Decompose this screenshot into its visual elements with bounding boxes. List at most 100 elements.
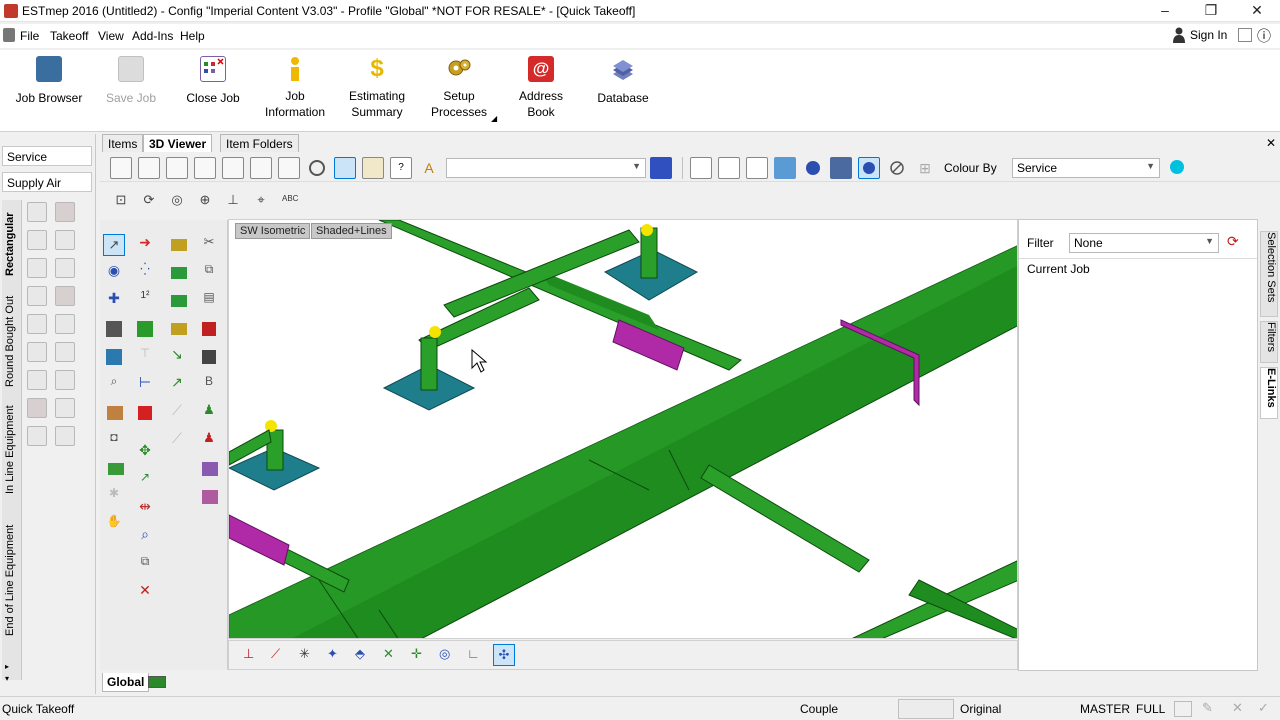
numbering-icon[interactable]: 1² bbox=[134, 290, 156, 312]
outline-icon[interactable] bbox=[746, 157, 768, 179]
fitting-tool[interactable] bbox=[27, 258, 47, 278]
colour-swatch-icon[interactable] bbox=[1170, 160, 1184, 174]
confirm-icon[interactable]: ✓ bbox=[1258, 700, 1269, 716]
fitting-yellow-icon[interactable] bbox=[171, 239, 187, 251]
report-icon[interactable]: ▤ bbox=[198, 290, 220, 312]
shaded-lines-icon[interactable] bbox=[830, 157, 852, 179]
view-side-icon[interactable] bbox=[166, 157, 188, 179]
fitting-tool[interactable] bbox=[55, 314, 75, 334]
rotate-icon[interactable]: ⟳ bbox=[138, 189, 160, 211]
screen-icon[interactable] bbox=[202, 350, 216, 364]
fitting-tool[interactable] bbox=[55, 426, 75, 446]
shaded-icon[interactable] bbox=[774, 157, 796, 179]
tab-in-line-equipment[interactable]: In Line Equipment bbox=[4, 400, 16, 500]
view-se-iso-icon[interactable] bbox=[222, 157, 244, 179]
add-tab-icon[interactable] bbox=[148, 676, 166, 688]
close-tab-icon[interactable]: ✕ bbox=[1266, 136, 1276, 150]
fitting-tool[interactable] bbox=[55, 342, 75, 362]
view-top-icon[interactable] bbox=[110, 157, 132, 179]
tab-item-folders[interactable]: Item Folders bbox=[220, 134, 299, 152]
info-icon[interactable]: ⓘ bbox=[1257, 26, 1271, 46]
sign-in-link[interactable]: Sign In bbox=[1190, 28, 1227, 42]
copy-icon[interactable]: ⧉ bbox=[134, 554, 156, 576]
label-icon[interactable]: B bbox=[198, 374, 220, 396]
save-job-button[interactable]: Save Job bbox=[91, 56, 171, 106]
fitting-tool[interactable] bbox=[27, 398, 47, 418]
close-window-button[interactable]: ✕ bbox=[1234, 0, 1280, 22]
fitting-yellow-icon[interactable] bbox=[171, 323, 187, 335]
disabled-tool-icon[interactable]: ✱ bbox=[103, 486, 125, 508]
scroll-down-icon[interactable]: ▾ bbox=[5, 674, 9, 683]
menu-takeoff[interactable]: Takeoff bbox=[50, 29, 88, 43]
tree-root-current-job[interactable]: Current Job bbox=[1027, 262, 1090, 276]
array-icon[interactable]: ⁛ bbox=[134, 262, 156, 284]
disabled-tool-icon[interactable]: ✋ bbox=[103, 514, 125, 536]
stretch-icon[interactable]: ↗ bbox=[134, 470, 156, 492]
cancel-icon[interactable]: ✕ bbox=[1232, 700, 1243, 716]
fitting-tool[interactable] bbox=[55, 230, 75, 250]
paste-icon[interactable]: ⧉ bbox=[198, 262, 220, 284]
fitting-arrow-icon[interactable]: ↗ bbox=[166, 374, 188, 396]
wireframe-icon[interactable] bbox=[690, 157, 712, 179]
person-icon[interactable]: ♟ bbox=[198, 402, 220, 424]
render-mode-label[interactable]: Shaded+Lines bbox=[311, 223, 392, 239]
snap-end-icon[interactable]: ⊥ bbox=[243, 646, 254, 662]
hidden-line-icon[interactable] bbox=[718, 157, 740, 179]
export-icon[interactable] bbox=[202, 462, 218, 476]
text-abc-icon[interactable]: ABC bbox=[282, 194, 298, 203]
snap-intersect-icon[interactable]: ✳ bbox=[299, 646, 310, 662]
export-alt-icon[interactable] bbox=[202, 490, 218, 504]
properties-icon[interactable] bbox=[362, 157, 384, 179]
target-icon[interactable]: ◉ bbox=[103, 262, 125, 284]
fitting-tool[interactable] bbox=[27, 314, 47, 334]
text-tool-icon[interactable]: A bbox=[418, 157, 440, 179]
estimating-summary-button[interactable]: $ Estimating Summary bbox=[337, 56, 417, 120]
snap-end-icon[interactable]: ⌖ bbox=[250, 189, 272, 211]
fitting-tool[interactable] bbox=[27, 286, 47, 306]
disabled-tool-icon[interactable]: ⟋ bbox=[166, 430, 188, 452]
snap-quadrant-icon[interactable]: ⊕ bbox=[194, 189, 216, 211]
fitting-tool[interactable] bbox=[27, 202, 47, 222]
colour-by-select[interactable]: Service ▼ bbox=[1012, 158, 1160, 178]
database-button[interactable]: Database bbox=[583, 56, 663, 106]
fitting-tool[interactable] bbox=[55, 370, 75, 390]
fitting-green-icon[interactable] bbox=[171, 267, 187, 279]
snap-mid-icon[interactable]: ✦ bbox=[327, 646, 338, 662]
view-select[interactable]: ▼ bbox=[446, 158, 646, 178]
green-box-icon[interactable] bbox=[137, 321, 153, 337]
3d-viewport[interactable]: SW Isometric Shaded+Lines bbox=[228, 219, 1018, 639]
sphere-icon[interactable] bbox=[802, 157, 824, 179]
refresh-icon[interactable]: ⟳ bbox=[1227, 233, 1239, 250]
tab-global[interactable]: Global bbox=[102, 673, 150, 692]
menu-file[interactable]: File bbox=[20, 29, 39, 43]
layers-icon[interactable] bbox=[650, 157, 672, 179]
fitting-arrow-icon[interactable]: ↘ bbox=[166, 346, 188, 368]
mirror-icon[interactable]: ⇹ bbox=[134, 498, 156, 520]
view-orientation-label[interactable]: SW Isometric bbox=[235, 223, 311, 239]
fitting-green-icon[interactable] bbox=[171, 295, 187, 307]
person-red-icon[interactable]: ♟ bbox=[198, 430, 220, 452]
red-box-icon[interactable] bbox=[138, 406, 152, 420]
job-browser-button[interactable]: Job Browser bbox=[9, 56, 89, 106]
tab-3d-viewer[interactable]: 3D Viewer bbox=[143, 134, 213, 152]
snap-circle-icon[interactable]: ◎ bbox=[439, 646, 450, 662]
fit-icon[interactable] bbox=[106, 349, 122, 365]
fitting-tool[interactable] bbox=[55, 202, 75, 222]
menu-view[interactable]: View bbox=[98, 29, 124, 43]
select-arrow-icon[interactable]: ↗ bbox=[103, 234, 125, 256]
menu-add-ins[interactable]: Add-Ins bbox=[132, 29, 173, 43]
fitting-tool[interactable] bbox=[55, 398, 75, 418]
view-sw-iso-icon[interactable] bbox=[194, 157, 216, 179]
setup-processes-button[interactable]: Setup Processes bbox=[419, 56, 499, 120]
fitting-tool[interactable] bbox=[27, 342, 47, 362]
tab-e-links[interactable]: E-Links bbox=[1260, 367, 1278, 419]
snap-center-icon[interactable]: ⬘ bbox=[355, 646, 365, 662]
job-information-button[interactable]: Job Information bbox=[255, 56, 335, 120]
select-box-icon[interactable]: ⊡ bbox=[110, 189, 132, 211]
scroll-right-icon[interactable]: ▸ bbox=[5, 662, 9, 671]
tab-items[interactable]: Items bbox=[102, 134, 144, 152]
search-icon[interactable]: ⌕ bbox=[134, 526, 156, 548]
tab-selection-sets[interactable]: Selection Sets bbox=[1260, 231, 1278, 317]
restore-doc-button[interactable] bbox=[1238, 28, 1252, 42]
connect-icon[interactable] bbox=[108, 463, 124, 475]
